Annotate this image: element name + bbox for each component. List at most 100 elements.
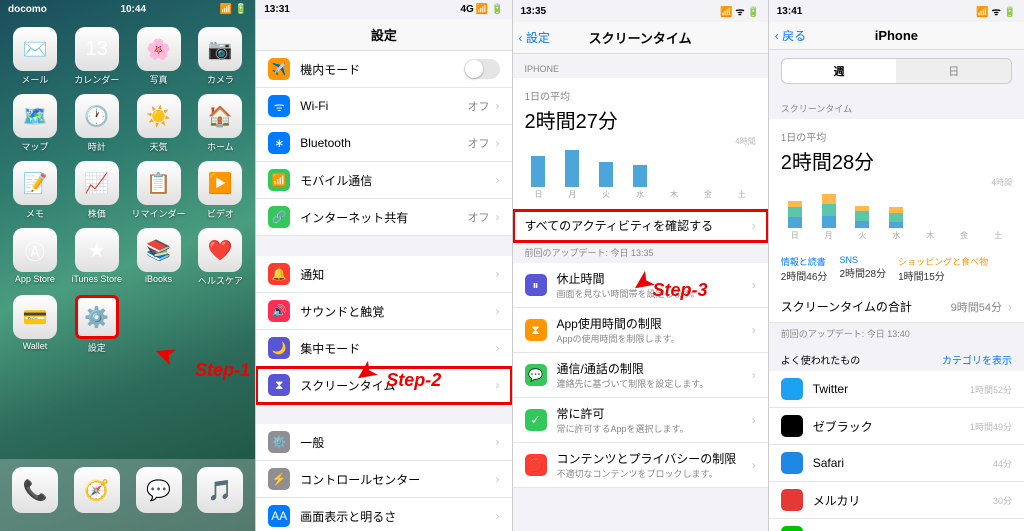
status-icons: 📶 ᯤ 🔋 <box>976 4 1016 18</box>
chevron-right-icon: › <box>496 341 500 355</box>
nav-bar: ‹ 設定 スクリーンタイム <box>513 22 768 54</box>
show-categories-link[interactable]: カテゴリを表示 <box>942 352 1012 367</box>
cell-Wi-Fi[interactable]: ᯤWi-Fiオフ› <box>256 88 511 125</box>
section-header: IPHONE <box>513 54 768 78</box>
cell-集中モード[interactable]: 🌙集中モード› <box>256 330 511 367</box>
app-icon: ❤️ <box>198 228 242 272</box>
cell-サウンドと触覚[interactable]: 🔊サウンドと触覚› <box>256 293 511 330</box>
back-button[interactable]: ‹ 戻る <box>775 27 806 44</box>
cell-モバイル通信[interactable]: 📶モバイル通信› <box>256 162 511 199</box>
row-icon: ⧗ <box>268 374 290 396</box>
bar: 木 <box>660 187 688 200</box>
status-icons: 📶 🔋 <box>220 4 248 15</box>
app-label: Wallet <box>23 341 48 351</box>
switch[interactable] <box>464 59 500 79</box>
cell-常に許可[interactable]: ✓常に許可常に許可するAppを選択します。› <box>513 398 768 443</box>
app-天気[interactable]: ☀️天気 <box>130 94 188 153</box>
cell-通信/通話の制限[interactable]: 💬通信/通話の制限連絡先に基づいて制限を設定します。› <box>513 353 768 398</box>
cell-Bluetooth[interactable]: ∗Bluetoothオフ› <box>256 125 511 162</box>
average-block[interactable]: 1日の平均 2時間27分 4時間 日月火水木金土 <box>513 78 768 210</box>
seg-day[interactable]: 日 <box>896 59 1011 83</box>
app-label: カメラ <box>207 73 234 86</box>
app-icon <box>781 452 803 474</box>
seg-week[interactable]: 週 <box>782 59 897 83</box>
app-label: リマインダー <box>132 207 186 220</box>
segmented-control[interactable]: 週 日 <box>781 58 1012 84</box>
app-ホーム[interactable]: 🏠 ホーム <box>191 94 249 153</box>
app-ヘルスケア[interactable]: ❤️ヘルスケア <box>191 228 249 287</box>
app-row-ゼブラック[interactable]: ゼブラック1時間49分 <box>769 408 1024 445</box>
cell-画面表示と明るさ[interactable]: AA画面表示と明るさ› <box>256 498 511 531</box>
dock-music[interactable]: 🎵 <box>197 467 243 513</box>
bar: 金 <box>950 228 978 241</box>
app-マップ[interactable]: 🗺️マップ <box>6 94 64 153</box>
row-icon: ⏸ <box>525 274 547 296</box>
avg-label: 1日の平均 <box>525 88 756 103</box>
app-写真[interactable]: 🌸写真 <box>130 27 188 86</box>
cell-通知[interactable]: 🔔通知› <box>256 256 511 293</box>
update-note: 前回のアップデート: 今日 13:40 <box>769 323 1024 344</box>
dock-phone[interactable]: 📞 <box>12 467 58 513</box>
bar: 火 <box>592 162 620 200</box>
dock-safari[interactable]: 🧭 <box>74 467 120 513</box>
app-メール[interactable]: ✉️メール <box>6 27 64 86</box>
app-設定[interactable]: ⚙️設定 <box>68 295 126 354</box>
app-label: 株価 <box>88 207 106 220</box>
category-row: 情報と読書2時間46分SNS2時間28分ショッピングと食べ物1時間15分 <box>769 251 1024 291</box>
statusbar: 13:31 4G 📶 🔋 <box>256 0 511 19</box>
app-App Store[interactable]: ⒶApp Store <box>6 228 64 287</box>
chevron-right-icon: › <box>496 267 500 281</box>
all-activity-label: すべてのアクティビティを確認する <box>525 217 752 234</box>
chevron-right-icon: › <box>752 323 756 337</box>
cell-機内モード[interactable]: ✈️機内モード <box>256 51 511 88</box>
app-icon <box>781 415 803 437</box>
app-時計[interactable]: 🕐時計 <box>68 94 126 153</box>
app-row-メルカリ[interactable]: メルカリ30分 <box>769 482 1024 519</box>
app-iBooks[interactable]: 📚iBooks <box>130 228 188 287</box>
app-カメラ[interactable]: 📷 カメラ <box>191 27 249 86</box>
statusbar: 13:41 📶 ᯤ 🔋 <box>769 0 1024 22</box>
app-icon <box>781 378 803 400</box>
chevron-right-icon: › <box>496 304 500 318</box>
cell-スクリーンタイム[interactable]: ⧗スクリーンタイム› <box>256 367 511 404</box>
app-株価[interactable]: 📈 株価 <box>68 161 126 220</box>
app-リマインダー[interactable]: 📋リマインダー <box>130 161 188 220</box>
chevron-right-icon: › <box>496 173 500 187</box>
app-label: メモ <box>26 207 44 220</box>
app-row-Safari[interactable]: Safari44分 <box>769 445 1024 482</box>
app-row-LINE[interactable]: LINE <box>769 519 1024 531</box>
usage-chart-stacked: 4時間 日月火水木金土 <box>781 181 1012 241</box>
app-ビデオ[interactable]: ▶️ビデオ <box>191 161 249 220</box>
app-icon: 📈 <box>75 161 119 205</box>
app-label: iBooks <box>145 274 172 284</box>
average-block: 1日の平均 2時間28分 4時間 日月火水木金土 <box>769 119 1024 251</box>
cell-App使用時間の制限[interactable]: ⧗App使用時間の制限Appの使用時間を制限します。› <box>513 308 768 353</box>
app-Wallet[interactable]: 💳Wallet <box>6 295 64 354</box>
dock-messages[interactable]: 💬 <box>136 467 182 513</box>
app-label: 天気 <box>150 140 168 153</box>
cell-コントロールセンター[interactable]: ⚡コントロールセンター› <box>256 461 511 498</box>
nav-title: iPhone <box>875 28 918 43</box>
chevron-right-icon: › <box>496 509 500 523</box>
dock: 📞 🧭 💬 🎵 <box>0 459 255 531</box>
app-label: カレンダー <box>74 73 119 86</box>
app-カレンダー[interactable]: 13カレンダー <box>68 27 126 86</box>
bar: 日 <box>525 156 553 200</box>
cell-一般[interactable]: ⚙️一般› <box>256 424 511 461</box>
app-iTunes Store[interactable]: ★iTunes Store <box>68 228 126 287</box>
status-icons: 4G 📶 🔋 <box>460 4 503 15</box>
cell-インターネット共有[interactable]: 🔗インターネット共有オフ› <box>256 199 511 236</box>
back-button[interactable]: ‹ 設定 <box>519 29 550 46</box>
app-label: ホーム <box>207 140 234 153</box>
update-note: 前回のアップデート: 今日 13:35 <box>513 242 768 263</box>
app-メモ[interactable]: 📝メモ <box>6 161 64 220</box>
app-row-Twitter[interactable]: Twitter1時間52分 <box>769 371 1024 408</box>
app-icon: 📷 <box>198 27 242 71</box>
clock: 13:41 <box>777 6 803 17</box>
total-cell[interactable]: スクリーンタイムの合計 9時間54分 › <box>769 291 1024 323</box>
cell-コンテンツとプライバシーの制限[interactable]: 🛑コンテンツとプライバシーの制限不適切なコンテンツをブロックします。› <box>513 443 768 488</box>
chevron-right-icon: › <box>752 458 756 472</box>
bar: 金 <box>694 187 722 200</box>
app-icon: 🏠 <box>198 94 242 138</box>
all-activity-cell[interactable]: すべてのアクティビティを確認する › <box>513 210 768 242</box>
